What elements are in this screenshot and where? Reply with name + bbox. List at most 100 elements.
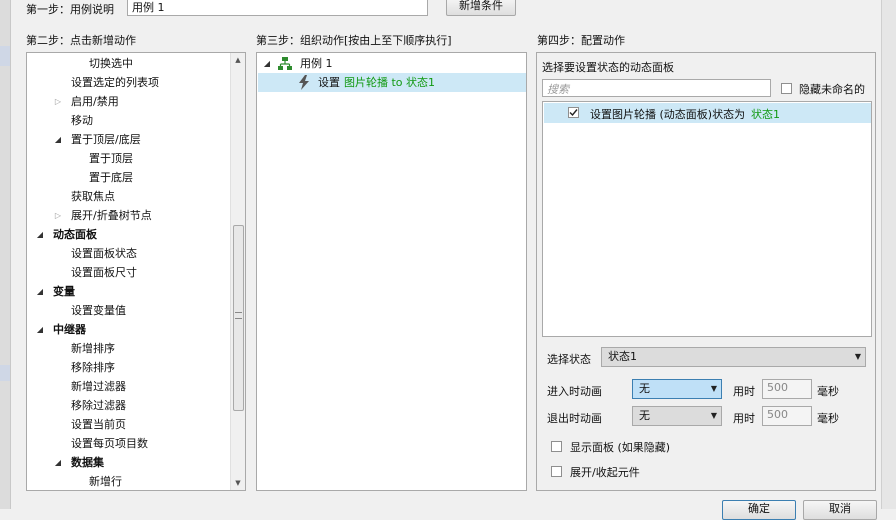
expand-widget-checkbox[interactable]: [551, 466, 562, 477]
action-tree-item[interactable]: ◢ 动态面板: [27, 225, 230, 244]
step2-label: 第二步：点击新增动作: [26, 34, 136, 47]
left-edge-marker: [0, 46, 10, 66]
action-tree-item-label: 启用/禁用: [71, 95, 119, 108]
case-name-input[interactable]: 用例 1: [127, 0, 428, 16]
exit-ms-label: 毫秒: [817, 412, 839, 425]
chevron-down-icon: ▼: [854, 352, 861, 361]
select-state-dropdown[interactable]: 状态1 ▼: [601, 347, 866, 367]
step1-label: 第一步：用例说明: [26, 3, 114, 16]
action-tree-item[interactable]: 移除排序: [27, 358, 230, 377]
panel-list-item[interactable]: 设置图片轮播 (动态面板)状态为 状态1: [544, 103, 871, 123]
action-tree-item-label: 数据集: [71, 456, 104, 469]
action-tree-item-label: 设置变量值: [71, 304, 126, 317]
step4-label: 第四步：配置动作: [537, 34, 625, 47]
action-tree-item[interactable]: 新增行: [27, 472, 230, 490]
action-tree-item[interactable]: ◢ 数据集: [27, 453, 230, 472]
action-tree-item-label: 设置当前页: [71, 418, 126, 431]
search-input[interactable]: 搜索: [542, 79, 771, 97]
action-tree-item[interactable]: 置于底层: [27, 168, 230, 187]
action-tree-item[interactable]: 设置变量值: [27, 301, 230, 320]
action-tree-item-label: 新增排序: [71, 342, 115, 355]
action-tree-item[interactable]: 切换选中: [27, 54, 230, 73]
action-tree-item[interactable]: 设置当前页: [27, 415, 230, 434]
enter-anim-value: 无: [639, 382, 650, 395]
action-tree-panel: 切换选中设置选定的列表项 ▷ 启用/禁用移动 ◢ 置于顶层/底层置于顶层置于底层获取焦点…: [26, 52, 246, 491]
action-tree-item-label: 新增过滤器: [71, 380, 126, 393]
action-tree-item[interactable]: 设置每页项目数: [27, 434, 230, 453]
action-tree-item[interactable]: 置于顶层: [27, 149, 230, 168]
scroll-down-arrow-icon[interactable]: ▼: [231, 476, 245, 490]
lightning-icon: [298, 75, 312, 90]
action-tree-item[interactable]: ▷ 展开/折叠树节点: [27, 206, 230, 225]
cancel-button[interactable]: 取消: [803, 500, 877, 520]
collapse-triangle-icon[interactable]: ◢: [53, 130, 63, 149]
enter-duration-input[interactable]: 500: [762, 379, 812, 399]
action-tree-item[interactable]: ◢ 中继器: [27, 320, 230, 339]
action-tree-item-label: 设置每页项目数: [71, 437, 148, 450]
collapse-triangle-icon[interactable]: ◢: [35, 282, 45, 301]
configure-action-panel: 选择要设置状态的动态面板 搜索 隐藏未命名的 设置图片轮播 (动态面板)状态为 …: [536, 52, 876, 491]
action-tree-item[interactable]: 设置选定的列表项: [27, 73, 230, 92]
panel-select-title: 选择要设置状态的动态面板: [542, 61, 674, 74]
hide-unnamed-checkbox[interactable]: [781, 83, 792, 94]
add-condition-button[interactable]: 新增条件: [446, 0, 516, 16]
action-tree-item[interactable]: ◢ 变量: [27, 282, 230, 301]
panel-item-checkbox[interactable]: [568, 107, 579, 118]
action-tree-item[interactable]: 获取焦点: [27, 187, 230, 206]
select-state-value: 状态1: [608, 350, 637, 363]
action-tree-item-label: 中继器: [53, 323, 86, 336]
collapse-triangle-icon[interactable]: ◢: [53, 453, 63, 472]
action-tree-scrollbar[interactable]: ▲ ▼: [230, 53, 245, 490]
action-tree-item[interactable]: 设置面板尺寸: [27, 263, 230, 282]
scroll-up-arrow-icon[interactable]: ▲: [231, 53, 245, 67]
enter-ms-label: 毫秒: [817, 385, 839, 398]
action-row-selected[interactable]: 设置 图片轮播 to 状态1: [258, 73, 526, 92]
chevron-down-icon: ▼: [710, 411, 717, 420]
action-tree-item-label: 设置选定的列表项: [71, 76, 159, 89]
scrollbar-thumb[interactable]: [233, 225, 244, 411]
expand-triangle-icon[interactable]: ▷: [53, 92, 63, 111]
left-window-edge: [0, 0, 11, 509]
action-tree-item[interactable]: ▷ 启用/禁用: [27, 92, 230, 111]
case-row[interactable]: ◢ 用例 1: [257, 54, 526, 73]
action-tree-item[interactable]: 移动: [27, 111, 230, 130]
action-tree-item-label: 切换选中: [89, 57, 133, 70]
hide-unnamed-label: 隐藏未命名的: [799, 83, 865, 96]
enter-duration-label: 用时: [733, 385, 755, 398]
chevron-down-icon: ▼: [710, 384, 717, 393]
collapse-triangle-icon[interactable]: ◢: [35, 225, 45, 244]
action-tree-item[interactable]: 新增过滤器: [27, 377, 230, 396]
exit-anim-dropdown[interactable]: 无 ▼: [632, 406, 722, 426]
action-tree-item-label: 移动: [71, 114, 93, 127]
action-tree-item-label: 动态面板: [53, 228, 97, 241]
ok-button[interactable]: 确定: [722, 500, 796, 520]
action-tree-item-label: 变量: [53, 285, 75, 298]
action-tree-item-label: 置于底层: [89, 171, 133, 184]
show-panel-label: 显示面板 (如果隐藏): [570, 441, 671, 454]
exit-duration-input[interactable]: 500: [762, 406, 812, 426]
action-tree-item-label: 移除过滤器: [71, 399, 126, 412]
action-tree-item-label: 置于顶层/底层: [71, 133, 141, 146]
action-tree-item[interactable]: 移除过滤器: [27, 396, 230, 415]
expand-triangle-icon[interactable]: ▷: [53, 206, 63, 225]
show-panel-checkbox[interactable]: [551, 441, 562, 452]
step3-label: 第三步：组织动作[按由上至下顺序执行]: [256, 34, 452, 47]
action-tree-item-label: 移除排序: [71, 361, 115, 374]
case-label: 用例 1: [300, 57, 333, 70]
action-tree-item[interactable]: ◢ 置于顶层/底层: [27, 130, 230, 149]
organize-actions-panel: ◢ 用例 1 设置 图片轮播 to 状态1: [256, 52, 527, 491]
action-tree-item-label: 设置面板状态: [71, 247, 137, 260]
action-tree-item[interactable]: 新增排序: [27, 339, 230, 358]
dynamic-panel-list: 设置图片轮播 (动态面板)状态为 状态1: [542, 101, 872, 337]
grip-icon: [235, 312, 242, 319]
exit-anim-label: 退出时动画: [547, 412, 602, 425]
collapse-triangle-icon[interactable]: ◢: [35, 320, 45, 339]
action-tree-item-label: 设置面板尺寸: [71, 266, 137, 279]
collapse-triangle-icon[interactable]: ◢: [262, 54, 272, 73]
enter-anim-dropdown[interactable]: 无 ▼: [632, 379, 722, 399]
action-tree-item[interactable]: 设置面板状态: [27, 244, 230, 263]
action-prefix: 设置: [318, 76, 340, 89]
case-tree-icon: [278, 57, 292, 71]
action-tree-item-label: 展开/折叠树节点: [71, 209, 152, 222]
panel-item-state: 状态1: [751, 108, 780, 121]
